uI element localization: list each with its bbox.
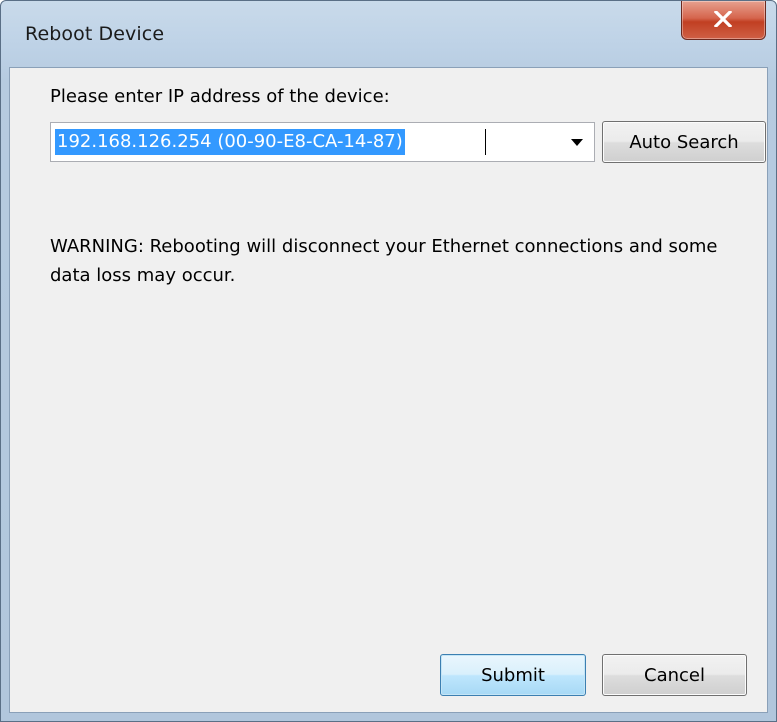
close-button[interactable] xyxy=(681,1,766,40)
text-caret xyxy=(485,129,486,155)
reboot-device-window: Reboot Device Please enter IP address of… xyxy=(0,0,777,722)
warning-message: WARNING: Rebooting will disconnect your … xyxy=(50,236,718,286)
dropdown-button[interactable] xyxy=(566,133,588,153)
cancel-button[interactable]: Cancel xyxy=(602,654,747,696)
dialog-body: Please enter IP address of the device: 1… xyxy=(9,67,768,713)
auto-search-button[interactable]: Auto Search xyxy=(602,121,766,163)
chevron-down-icon xyxy=(571,139,583,146)
ip-address-label: Please enter IP address of the device: xyxy=(50,86,390,107)
ip-address-value[interactable]: 192.168.126.254 (00-90-E8-CA-14-87) xyxy=(55,129,405,155)
submit-button[interactable]: Submit xyxy=(440,654,586,696)
ip-address-combobox[interactable]: 192.168.126.254 (00-90-E8-CA-14-87) xyxy=(50,122,595,162)
close-icon xyxy=(714,11,732,27)
window-title: Reboot Device xyxy=(25,23,165,45)
title-bar[interactable]: Reboot Device xyxy=(1,1,776,67)
